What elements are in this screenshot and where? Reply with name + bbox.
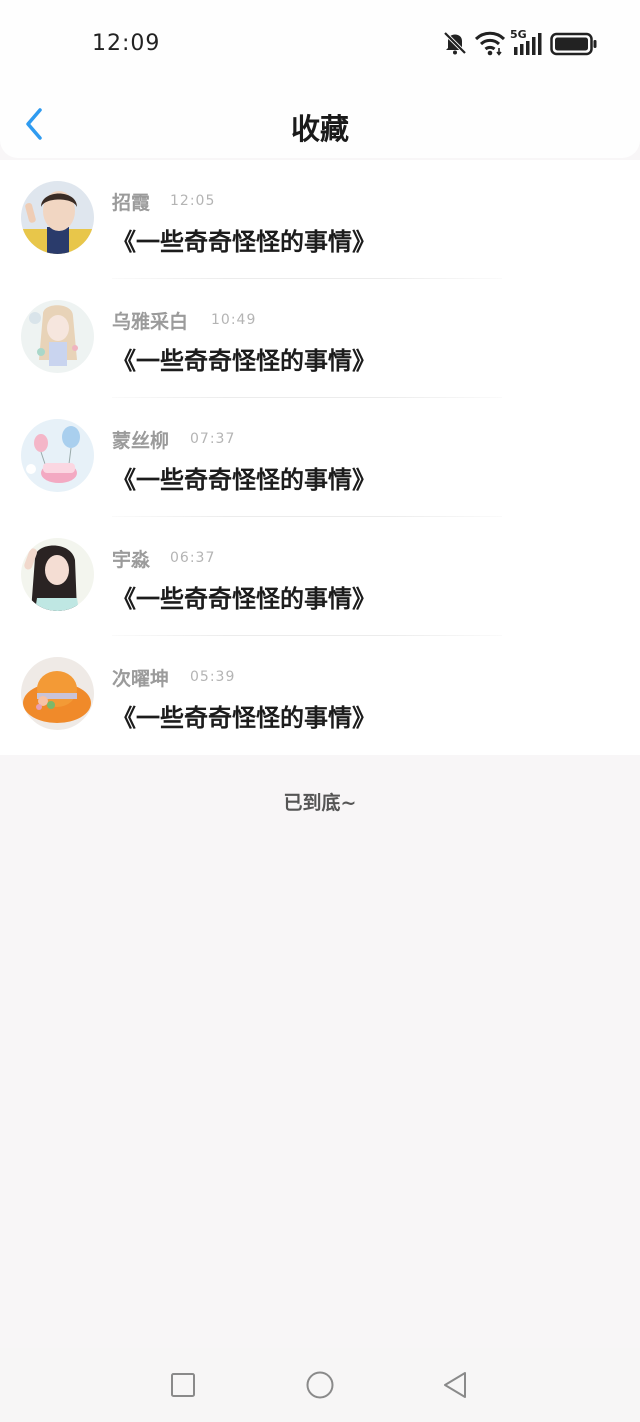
wifi-icon: [474, 31, 506, 56]
post-time: 06:37: [170, 550, 216, 566]
app-header: 12:09 5G 收藏: [0, 0, 640, 158]
post-title[interactable]: 《一些奇奇怪怪的事情》: [112, 579, 376, 614]
user-name: 宇淼: [112, 549, 151, 571]
post-time: 10:49: [211, 312, 257, 328]
recent-apps-icon[interactable]: [168, 1370, 198, 1400]
post-time: 05:39: [190, 669, 236, 685]
user-name: 次曜坤: [112, 668, 170, 690]
favorite-item[interactable]: 蒙丝柳 07:37 《一些奇奇怪怪的事情》: [0, 398, 640, 517]
back-triangle-icon[interactable]: [440, 1370, 470, 1400]
avatar[interactable]: [21, 181, 94, 254]
page-title: 收藏: [290, 112, 349, 146]
favorite-item[interactable]: 招霞 12:05 《一些奇奇怪怪的事情》: [0, 160, 640, 279]
favorite-item[interactable]: 宇淼 06:37 《一些奇奇怪怪的事情》: [0, 517, 640, 636]
favorites-list: 招霞 12:05 《一些奇奇怪怪的事情》 乌雅采白 10:49 《一些奇奇怪怪的…: [0, 160, 640, 755]
post-title[interactable]: 《一些奇奇怪怪的事情》: [112, 460, 376, 495]
avatar[interactable]: [21, 300, 94, 373]
bell-muted-icon: [443, 31, 467, 55]
avatar[interactable]: [21, 657, 94, 730]
signal-icon: [514, 33, 542, 55]
post-time: 07:37: [190, 431, 236, 447]
favorite-item[interactable]: 乌雅采白 10:49 《一些奇奇怪怪的事情》: [0, 279, 640, 398]
status-time: 12:09: [92, 31, 161, 56]
post-title[interactable]: 《一些奇奇怪怪的事情》: [112, 341, 376, 376]
system-nav-bar: [0, 1348, 640, 1422]
post-title[interactable]: 《一些奇奇怪怪的事情》: [112, 222, 376, 257]
avatar[interactable]: [21, 419, 94, 492]
user-name: 乌雅采白: [112, 311, 189, 333]
user-name: 蒙丝柳: [112, 430, 170, 452]
favorite-item[interactable]: 次曜坤 05:39 《一些奇奇怪怪的事情》: [0, 636, 640, 755]
avatar[interactable]: [21, 538, 94, 611]
end-of-list-text: 已到底~: [283, 792, 357, 814]
post-time: 12:05: [170, 193, 216, 209]
home-icon[interactable]: [305, 1370, 335, 1400]
battery-icon: [550, 32, 597, 56]
user-name: 招霞: [112, 192, 151, 214]
post-title[interactable]: 《一些奇奇怪怪的事情》: [112, 698, 376, 733]
